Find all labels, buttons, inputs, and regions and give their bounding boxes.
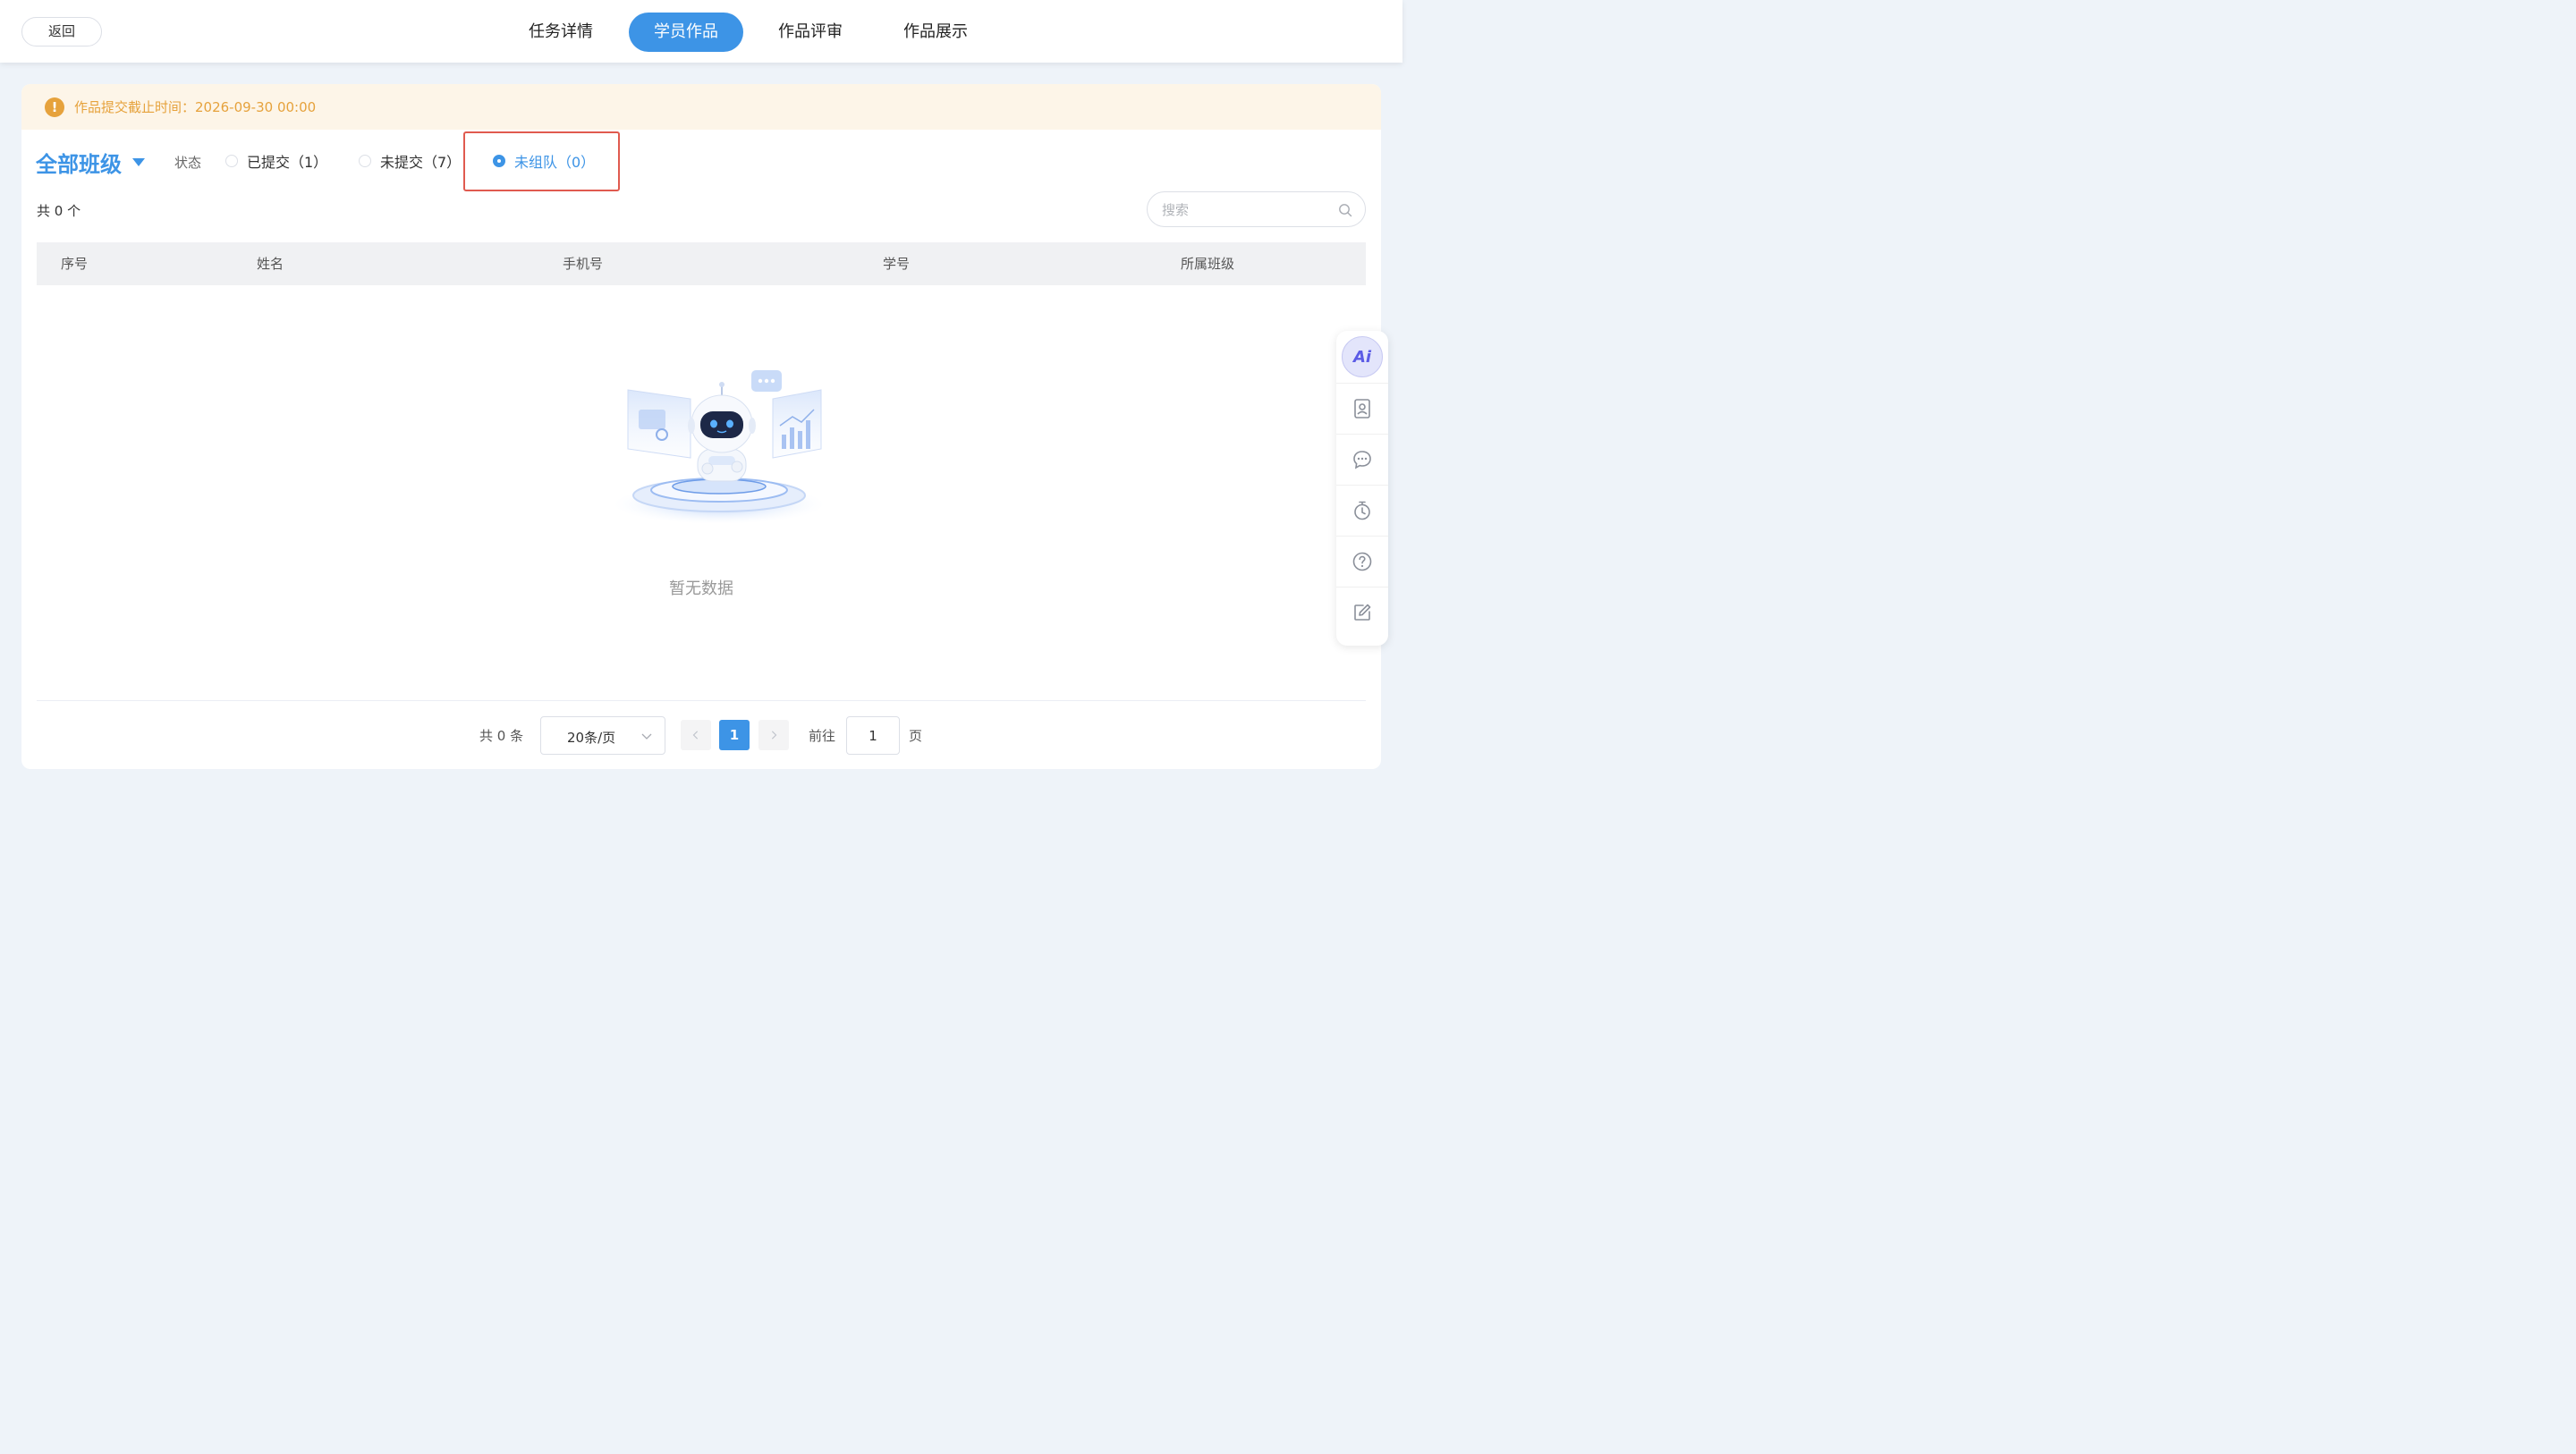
page-number-current[interactable]: 1 [719,720,750,750]
page-suffix: 页 [909,728,923,744]
search-input[interactable] [1162,200,1332,220]
table-header: 序号 姓名 手机号 学号 所属班级 [37,242,1366,285]
contact-card-button[interactable] [1336,383,1388,434]
empty-state-robot-illustration [614,370,825,524]
help-button[interactable] [1336,536,1388,587]
deadline-text: 作品提交截止时间：2026-09-30 00:00 [74,99,317,115]
student-works-panel: ! 作品提交截止时间：2026-09-30 00:00 全部班级 状态 已提交（… [21,84,1381,769]
next-page-button[interactable] [758,720,789,750]
column-header-phone: 手机号 [563,256,604,272]
chat-button[interactable] [1336,434,1388,485]
page-size-value: 20条/页 [567,730,616,746]
pagination-total: 共 0 条 [479,728,524,744]
radio-not-submitted-label: 未提交（7） [380,154,462,171]
column-header-name: 姓名 [257,256,284,272]
status-label: 状态 [174,155,202,171]
tab-student-works[interactable]: 学员作品 [629,13,743,52]
chevron-right-icon [771,731,777,740]
prev-page-button[interactable] [681,720,711,750]
search-box[interactable] [1147,191,1366,227]
radio-no-team-label: 未组队（0） [514,154,596,171]
timer-icon [1354,501,1370,520]
tab-task-details[interactable]: 任务详情 [514,13,607,52]
column-header-student-id: 学号 [883,256,911,272]
help-icon [1352,552,1372,571]
edit-icon [1354,604,1371,621]
empty-state-text: 暂无数据 [669,579,733,598]
radio-submitted[interactable]: 已提交（1） [225,150,327,172]
goto-label: 前往 [809,728,836,744]
chat-bubble-icon [1353,451,1371,469]
radio-not-submitted[interactable]: 未提交（7） [359,150,461,172]
tab-work-review[interactable]: 作品评审 [764,13,857,52]
divider [37,700,1366,701]
column-header-index: 序号 [61,256,89,272]
ai-assistant-button[interactable]: Ai [1336,331,1388,382]
chevron-left-icon [692,731,699,740]
tab-bar: 任务详情 学员作品 作品评审 作品展示 [0,0,1402,63]
timer-button[interactable] [1336,485,1388,536]
radio-no-team[interactable]: 未组队（0） [493,150,595,172]
radio-circle-icon [359,155,371,167]
class-dropdown[interactable]: 全部班级 [36,147,145,178]
filter-bar: 全部班级 状态 已提交（1） 未提交（7） 未组队（0） [36,138,1360,182]
pagination: 共 0 条 20条/页 1 前往 页 [21,716,1381,756]
side-toolbar: Ai [1336,331,1388,646]
warning-icon: ! [45,97,64,117]
class-dropdown-label: 全部班级 [36,152,122,177]
deadline-notice: ! 作品提交截止时间：2026-09-30 00:00 [21,84,1381,130]
caret-down-icon [132,158,145,166]
radio-circle-icon [225,155,238,167]
column-header-class: 所属班级 [1181,256,1235,272]
edit-button[interactable] [1336,587,1388,638]
contact-card-icon [1354,399,1370,418]
radio-checked-icon [493,155,505,167]
goto-page-input[interactable] [846,716,900,755]
page-size-select[interactable]: 20条/页 [540,716,665,755]
top-bar: 返回 任务详情 学员作品 作品评审 作品展示 [0,0,1402,63]
total-count: 共 0 个 [37,203,81,219]
tab-work-showcase[interactable]: 作品展示 [889,13,982,52]
ai-icon: Ai [1342,336,1383,377]
radio-submitted-label: 已提交（1） [247,154,328,171]
chevron-down-icon [641,733,652,740]
search-icon[interactable] [1338,203,1352,217]
